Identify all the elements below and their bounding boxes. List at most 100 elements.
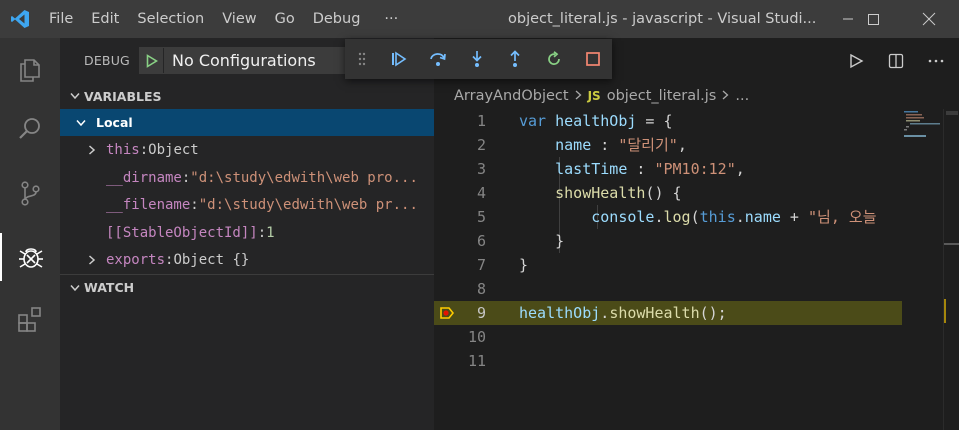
breadcrumb-file[interactable]: object_literal.js [607,88,717,104]
explorer-button[interactable] [0,45,60,93]
start-debugging-button[interactable] [140,48,164,73]
debug-icon [19,248,43,268]
code-text: healthObj.showHealth(); [519,301,727,325]
code-token: } [519,232,565,250]
code-line[interactable]: 6 } [434,229,902,253]
run-button[interactable] [836,38,876,83]
step-into-icon [471,51,482,67]
maximize-button[interactable] [850,0,896,38]
drag-handle[interactable] [345,39,380,79]
code-text: showHealth() { [519,181,681,205]
line-number: 8 [476,280,486,298]
line-number: 3 [476,160,486,178]
maximize-icon [868,14,879,25]
debug-view-button[interactable] [0,233,60,281]
debug-toolbar [345,39,612,79]
code-token: "달리기" [618,136,678,154]
line-number: 4 [476,184,486,202]
extensions-icon [18,307,41,332]
close-window-button[interactable] [906,0,952,38]
menu-more[interactable]: ··· [375,0,407,38]
step-over-button[interactable] [419,39,458,79]
code-token: . [600,304,610,322]
minimap[interactable] [902,109,943,430]
menu-view[interactable]: View [213,0,265,38]
code-token: . [654,208,664,226]
code-line[interactable]: 8 [434,277,902,301]
menu-file[interactable]: File [40,0,82,38]
search-button[interactable] [0,105,60,153]
code-token: healthObj [519,304,601,322]
source-control-button[interactable] [0,169,60,217]
vertical-scrollbar[interactable] [943,109,959,430]
continue-icon [392,51,407,67]
code-line[interactable]: 11 [434,349,902,373]
code-line[interactable]: 5 console.log(this.name + "님, 오늘 [434,205,902,229]
step-into-button[interactable] [457,39,496,79]
stop-button[interactable] [573,39,612,79]
watch-section-header[interactable]: WATCH [60,274,434,300]
menu-go[interactable]: Go [266,0,304,38]
title-bar: File Edit Selection View Go Debug ··· ob… [0,0,959,38]
code-editor[interactable]: 1 var healthObj = {2 name : "달리기", 3 lastT… [434,109,959,430]
code-line[interactable]: 10 [434,325,902,349]
code-token: + [780,208,808,226]
split-editor-button[interactable] [876,38,916,83]
source-control-icon [21,181,40,206]
variable-row[interactable]: __filename: "d:\study\edwith\web pr... [60,191,434,218]
split-editor-icon [888,53,904,68]
continue-button[interactable] [380,39,419,79]
step-out-button[interactable] [496,39,535,79]
code-token: name [744,208,781,226]
menu-bar: File Edit Selection View Go Debug ··· [40,0,407,38]
restart-button[interactable] [535,39,574,79]
code-token: log [663,208,691,226]
variable-row[interactable]: __dirname: "d:\study\edwith\web pro... [60,164,434,191]
ellipsis-icon [928,59,944,62]
breakpoint-stack-frame-icon[interactable] [440,306,454,320]
minimap-preview [904,111,940,137]
watch-title: WATCH [84,280,135,295]
more-actions-button[interactable] [916,38,956,83]
code-text: } [519,229,564,253]
code-token: . [735,208,745,226]
stop-icon [585,52,600,66]
variable-value: Object [148,141,199,158]
variables-title: VARIABLES [84,88,162,104]
variables-section-header[interactable]: VARIABLES [60,83,434,109]
scope-local[interactable]: Local [60,109,434,136]
files-icon [20,59,40,82]
code-line[interactable]: 4 showHealth() { [434,181,902,205]
chevron-right-icon [575,88,582,104]
variable-value: "d:\study\edwith\web pr... [198,196,418,213]
code-token: var [519,112,556,130]
menu-edit[interactable]: Edit [82,0,128,38]
window-title: object_literal.js - javascript - Visual … [508,11,817,27]
extensions-button[interactable] [0,295,60,343]
menu-debug[interactable]: Debug [304,0,370,38]
menu-selection[interactable]: Selection [128,0,213,38]
variable-row[interactable]: [[StableObjectId]]: 1 [60,219,434,246]
step-over-icon [430,53,446,66]
code-line[interactable]: 3 lastTime : "PM10:12", [434,157,902,181]
variable-row[interactable]: this: Object [60,136,434,163]
line-number: 10 [467,328,486,346]
code-line[interactable]: 1 var healthObj = { [434,109,902,133]
code-token: ( [690,208,700,226]
debug-title: DEBUG [84,53,130,68]
breadcrumb-folder[interactable]: ArrayAndObject [454,88,569,104]
code-line[interactable]: 9 healthObj.showHealth(); [434,301,902,325]
code-token: = { [636,112,673,130]
line-number: 7 [476,256,486,274]
code-line[interactable]: 7} [434,253,902,277]
code-token: (); [699,304,727,322]
chevron-right-icon [722,88,729,104]
code-line[interactable]: 2 name : "달리기", [434,133,902,157]
code-token: showHealth [555,184,646,202]
variable-row[interactable]: exports: Object {} [60,246,434,273]
breadcrumb-more[interactable]: ... [735,88,749,104]
scope-label: Local [96,115,133,130]
variable-name: exports [106,251,166,268]
variable-name: __dirname [106,169,182,186]
